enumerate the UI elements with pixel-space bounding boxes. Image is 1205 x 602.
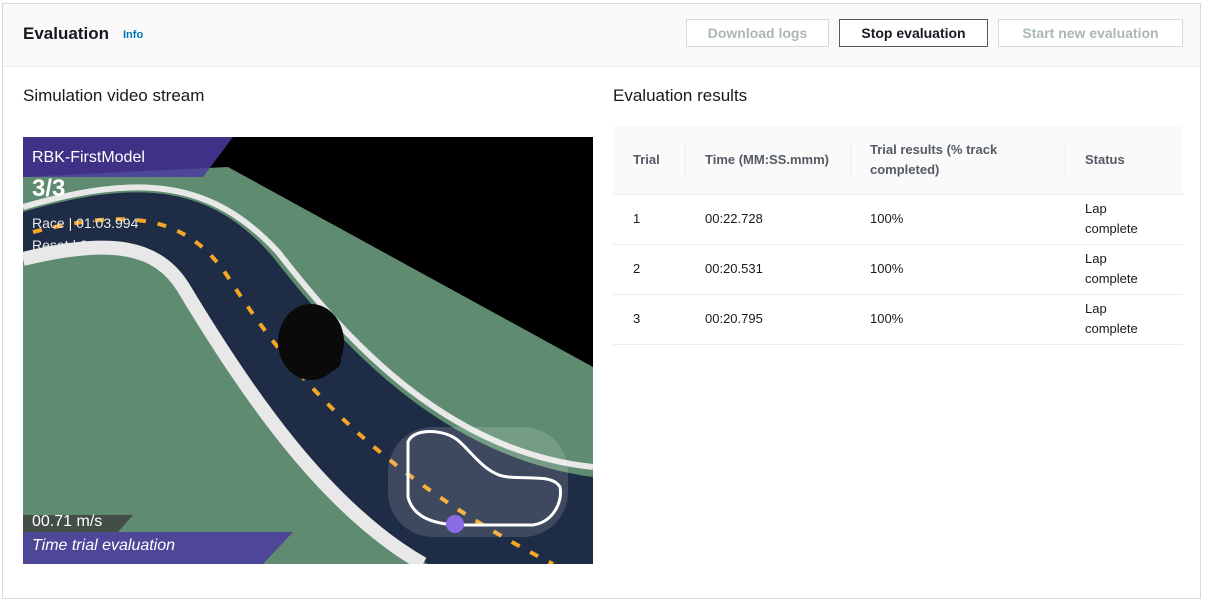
cell-time: 00:20.531 xyxy=(685,243,850,294)
start-new-evaluation-button[interactable]: Start new evaluation xyxy=(998,19,1183,47)
video-stream-heading: Simulation video stream xyxy=(23,86,205,105)
evaluation-results-heading: Evaluation results xyxy=(613,86,748,105)
evaluation-mode-label: Time trial evaluation xyxy=(32,537,176,554)
column-header-trial: Trial xyxy=(633,151,660,167)
cell-time: 00:20.795 xyxy=(685,293,850,345)
cell-trial: 3 xyxy=(613,293,685,345)
race-time-label: Race | 01:03.994 xyxy=(32,215,139,231)
info-link[interactable]: Info xyxy=(123,29,143,41)
table-header-row: Trial Time (MM:SS.mmm) Trial results (% … xyxy=(613,126,1183,194)
cell-trial: 1 xyxy=(613,193,685,244)
speed-readout: 00.71 m/s xyxy=(32,513,103,530)
model-name-label: RBK-FirstModel xyxy=(32,149,145,166)
cell-result: 100% xyxy=(850,193,1065,244)
cell-result: 100% xyxy=(850,293,1065,345)
cell-trial: 2 xyxy=(613,243,685,294)
simulation-scene xyxy=(23,137,593,564)
panel-header: Evaluation Info Download logs Stop evalu… xyxy=(3,4,1200,67)
table-row: 1 00:22.728 100% Lap complete xyxy=(613,193,1183,244)
cell-status: Lap complete xyxy=(1065,293,1183,345)
cell-result: 100% xyxy=(850,243,1065,294)
simulation-video: RBK-FirstModel 3/3 Race | 01:03.994 Rese… xyxy=(23,137,593,564)
cell-status: Lap complete xyxy=(1065,243,1183,294)
page-title: Evaluation xyxy=(23,24,109,43)
download-logs-button[interactable]: Download logs xyxy=(686,19,829,47)
cell-status: Lap complete xyxy=(1065,193,1183,244)
cell-time: 00:22.728 xyxy=(685,193,850,244)
column-header-trial-results: Trial results (% track completed) xyxy=(850,126,1065,194)
stop-evaluation-button[interactable]: Stop evaluation xyxy=(839,19,988,47)
lap-counter: 3/3 xyxy=(32,175,66,202)
column-header-time: Time (MM:SS.mmm) xyxy=(685,126,850,194)
evaluation-results-table: Trial Time (MM:SS.mmm) Trial results (% … xyxy=(613,126,1183,345)
table-row: 3 00:20.795 100% Lap complete xyxy=(613,293,1183,345)
table-row: 2 00:20.531 100% Lap complete xyxy=(613,243,1183,294)
column-header-status: Status xyxy=(1065,126,1183,194)
evaluation-panel: Evaluation Info Download logs Stop evalu… xyxy=(2,3,1201,599)
reset-count-label: Reset | 0 xyxy=(32,237,88,253)
